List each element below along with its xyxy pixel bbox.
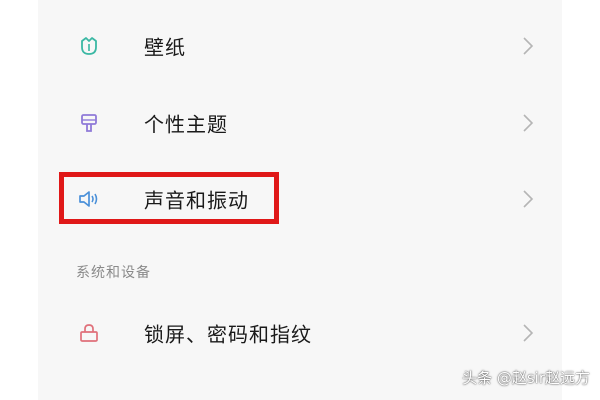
chevron-right-icon xyxy=(523,190,534,208)
watermark-text: 头条 @赵sir赵远方 xyxy=(462,369,590,387)
chevron-right-icon xyxy=(523,114,534,132)
settings-item-label: 锁屏、密码和指纹 xyxy=(144,322,312,347)
tulip-icon xyxy=(76,33,102,59)
chevron-right-icon xyxy=(523,37,534,55)
paint-brush-icon xyxy=(76,110,102,136)
lock-icon xyxy=(76,320,102,346)
settings-item-sound[interactable]: 声音和振动 xyxy=(38,161,562,237)
settings-screen: 壁纸 个性主题 声音和振动 系统和设备 锁屏、密码和指纹 头条 @赵sir赵远方 xyxy=(0,0,600,400)
chevron-right-icon xyxy=(523,324,534,342)
settings-item-label: 声音和振动 xyxy=(144,188,249,213)
settings-item-themes[interactable]: 个性主题 xyxy=(38,85,562,161)
settings-item-label: 壁纸 xyxy=(144,35,186,60)
settings-item-wallpaper[interactable]: 壁纸 xyxy=(38,8,562,84)
settings-item-label: 个性主题 xyxy=(144,112,228,137)
speaker-icon xyxy=(76,186,102,212)
settings-item-lockscreen[interactable]: 锁屏、密码和指纹 xyxy=(38,295,562,371)
section-title-system: 系统和设备 xyxy=(76,265,151,281)
